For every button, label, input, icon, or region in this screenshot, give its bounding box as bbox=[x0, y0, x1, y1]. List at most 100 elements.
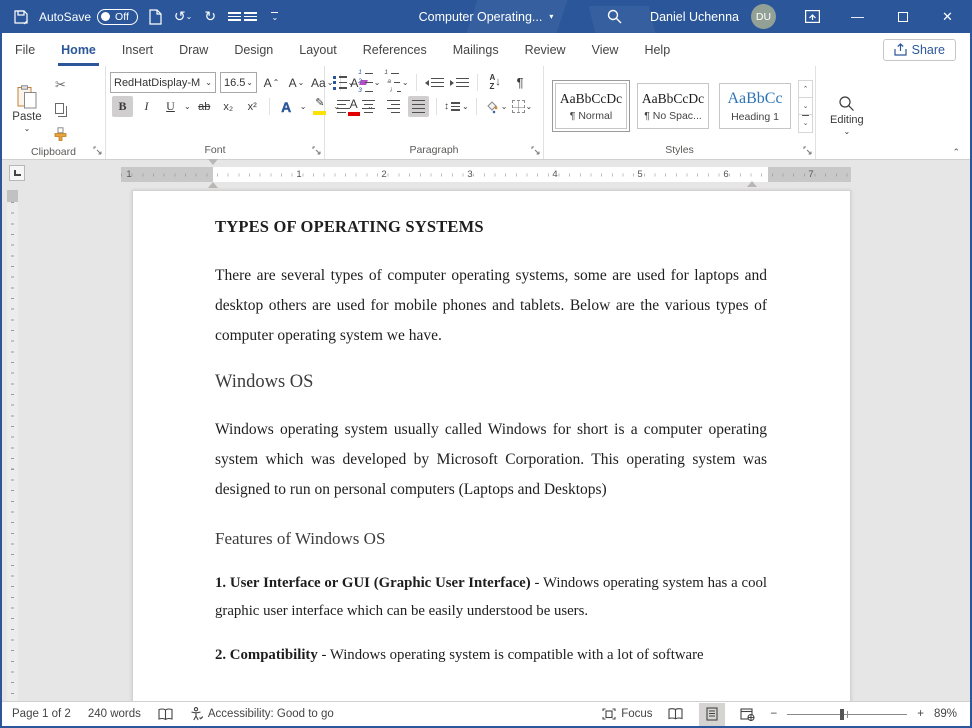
zoom-slider-thumb[interactable] bbox=[840, 709, 844, 720]
tab-design[interactable]: Design bbox=[221, 33, 286, 66]
hanging-indent-marker[interactable] bbox=[208, 165, 218, 183]
cut-icon[interactable]: ✂ bbox=[50, 74, 71, 95]
underline-button[interactable]: U bbox=[160, 96, 181, 117]
redo-button[interactable]: ↻ bbox=[201, 6, 219, 28]
increase-indent-button[interactable] bbox=[449, 72, 470, 93]
bullets-qat-button[interactable] bbox=[228, 6, 257, 28]
styles-more-icon[interactable]: ⌄ bbox=[799, 115, 812, 132]
align-left-button[interactable] bbox=[333, 96, 354, 117]
doc-feature-1[interactable]: 1. User Interface or GUI (Graphic User I… bbox=[215, 570, 767, 625]
customize-qat-icon[interactable]: ⌄ bbox=[266, 6, 284, 28]
minimize-button[interactable]: — bbox=[835, 0, 880, 33]
italic-button[interactable]: I bbox=[136, 96, 157, 117]
focus-mode-button[interactable]: Focus bbox=[602, 708, 652, 720]
align-right-button[interactable] bbox=[383, 96, 404, 117]
doc-heading-types[interactable]: TYPES OF OPERATING SYSTEMS bbox=[215, 217, 767, 237]
doc-feature-2[interactable]: 2. Compatibility - Windows operating sys… bbox=[215, 642, 767, 670]
strikethrough-button[interactable]: ab bbox=[194, 96, 215, 117]
tab-mailings[interactable]: Mailings bbox=[440, 33, 512, 66]
tab-insert[interactable]: Insert bbox=[109, 33, 166, 66]
tab-help[interactable]: Help bbox=[631, 33, 683, 66]
web-layout-button[interactable] bbox=[735, 703, 761, 726]
text-effects-dropdown-icon[interactable]: ⌄ bbox=[300, 103, 307, 111]
line-spacing-button[interactable]: ↕⌄ bbox=[444, 96, 469, 117]
tab-draw[interactable]: Draw bbox=[166, 33, 221, 66]
superscript-button[interactable]: x² bbox=[242, 96, 263, 117]
font-dialog-launcher-icon[interactable] bbox=[312, 146, 321, 155]
autosave-switch[interactable]: Off bbox=[97, 9, 138, 25]
page-indicator[interactable]: Page 1 of 2 bbox=[12, 708, 71, 720]
avatar[interactable]: DU bbox=[751, 4, 776, 29]
copy-icon[interactable] bbox=[50, 99, 71, 120]
accessibility-status[interactable]: Accessibility: Good to go bbox=[190, 707, 334, 721]
zoom-level[interactable]: 89% bbox=[934, 708, 957, 720]
shading-button[interactable]: ⌄ bbox=[484, 96, 508, 117]
title-dropdown-icon[interactable]: ▾ bbox=[549, 12, 553, 21]
format-painter-icon[interactable] bbox=[50, 124, 71, 145]
tab-layout[interactable]: Layout bbox=[286, 33, 350, 66]
subscript-button[interactable]: x₂ bbox=[218, 96, 239, 117]
zoom-out-icon[interactable]: − bbox=[771, 708, 778, 720]
bold-button[interactable]: B bbox=[112, 96, 133, 117]
share-button[interactable]: Share bbox=[883, 39, 956, 61]
styles-scroll-down-icon[interactable]: ⌄ bbox=[799, 98, 812, 115]
close-button[interactable]: ✕ bbox=[925, 0, 970, 33]
decrease-indent-button[interactable] bbox=[424, 72, 445, 93]
align-center-button[interactable] bbox=[358, 96, 379, 117]
tab-review[interactable]: Review bbox=[512, 33, 579, 66]
doc-heading-features[interactable]: Features of Windows OS bbox=[215, 529, 767, 549]
editing-button[interactable]: Editing ⌄ bbox=[820, 70, 874, 159]
maximize-button[interactable] bbox=[880, 0, 925, 33]
accessibility-icon bbox=[190, 707, 203, 721]
numbering-button[interactable]: 1 2 3 ⌄ bbox=[358, 72, 380, 93]
multilevel-list-button[interactable]: 1 a i ⌄ bbox=[384, 72, 408, 93]
borders-button[interactable]: ⌄ bbox=[511, 96, 532, 117]
tab-references[interactable]: References bbox=[350, 33, 440, 66]
collapse-ribbon-icon[interactable]: ⌃ bbox=[952, 147, 960, 158]
tab-stop-selector[interactable] bbox=[9, 165, 25, 181]
style-heading1[interactable]: AaBbCc Heading 1 bbox=[716, 80, 794, 132]
undo-button[interactable]: ↺ ⌄ bbox=[174, 6, 192, 28]
doc-heading-windows-os[interactable]: Windows OS bbox=[215, 372, 767, 393]
tab-file[interactable]: File bbox=[2, 33, 48, 66]
tab-home[interactable]: Home bbox=[48, 33, 109, 66]
new-document-icon[interactable] bbox=[147, 6, 165, 28]
styles-dialog-launcher-icon[interactable] bbox=[803, 146, 812, 155]
word-count[interactable]: 240 words bbox=[88, 708, 141, 720]
ribbon-display-options-icon[interactable] bbox=[790, 0, 835, 33]
show-paragraph-marks-button[interactable]: ¶ bbox=[510, 72, 531, 93]
tab-view[interactable]: View bbox=[579, 33, 632, 66]
zoom-slider[interactable] bbox=[787, 714, 907, 715]
document-page[interactable]: TYPES OF OPERATING SYSTEMS There are sev… bbox=[132, 190, 851, 701]
document-content[interactable]: TYPES OF OPERATING SYSTEMS There are sev… bbox=[133, 191, 850, 670]
bullets-button[interactable]: ⌄ bbox=[333, 72, 354, 93]
print-layout-button[interactable] bbox=[699, 703, 725, 726]
font-size-combo[interactable]: 16.5 ⌄ bbox=[220, 72, 257, 93]
doc-paragraph-intro[interactable]: There are several types of computer oper… bbox=[215, 261, 767, 351]
text-effects-button[interactable]: A bbox=[276, 96, 297, 117]
doc-paragraph-windows[interactable]: Windows operating system usually called … bbox=[215, 415, 767, 505]
zoom-in-icon[interactable]: + bbox=[917, 708, 924, 720]
sort-button[interactable]: AZ↓ bbox=[485, 72, 506, 93]
search-icon[interactable] bbox=[607, 9, 622, 24]
autosave-toggle[interactable]: AutoSave Off bbox=[39, 9, 138, 25]
right-indent-marker[interactable] bbox=[747, 164, 757, 182]
justify-button[interactable] bbox=[408, 96, 429, 117]
styles-scroll-up-icon[interactable]: ⌃ bbox=[799, 81, 812, 98]
shrink-font-button[interactable]: A⌄ bbox=[286, 72, 307, 93]
style-normal[interactable]: AaBbCcDc ¶ Normal bbox=[552, 80, 630, 132]
read-mode-button[interactable] bbox=[663, 703, 689, 726]
user-name[interactable]: Daniel Uchenna bbox=[650, 10, 739, 24]
font-name-combo[interactable]: RedHatDisplay-M ⌄ bbox=[110, 72, 216, 93]
style-no-spacing[interactable]: AaBbCcDc ¶ No Spac... bbox=[634, 80, 712, 132]
paste-dropdown-icon[interactable]: ⌄ bbox=[24, 125, 31, 133]
vertical-ruler[interactable] bbox=[7, 190, 18, 701]
undo-dropdown-icon[interactable]: ⌄ bbox=[186, 13, 193, 21]
clipboard-dialog-launcher-icon[interactable] bbox=[93, 146, 102, 155]
paragraph-dialog-launcher-icon[interactable] bbox=[531, 146, 540, 155]
underline-dropdown-icon[interactable]: ⌄ bbox=[184, 103, 191, 111]
save-icon[interactable] bbox=[12, 6, 30, 28]
grow-font-button[interactable]: A⌃ bbox=[261, 72, 282, 93]
proofing-icon[interactable] bbox=[158, 708, 173, 721]
paste-button[interactable]: Paste ⌄ bbox=[6, 70, 48, 145]
